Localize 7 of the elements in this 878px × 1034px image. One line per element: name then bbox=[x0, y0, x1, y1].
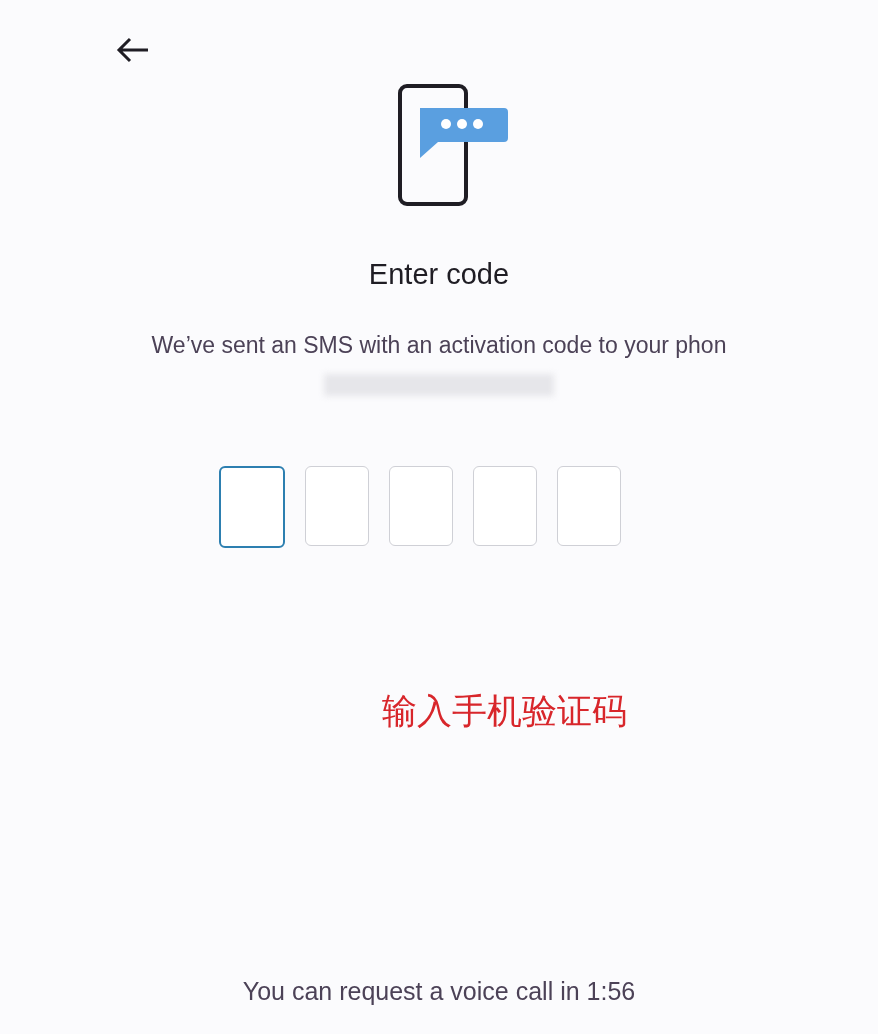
screen-title: Enter code bbox=[368, 258, 510, 291]
instruction-text: We’ve sent an SMS with an activation code to your phon bbox=[151, 332, 727, 358]
code-digit-field[interactable] bbox=[219, 466, 285, 548]
annotation-text: 输入手机验证码 bbox=[381, 690, 627, 733]
back-arrow-icon[interactable] bbox=[116, 36, 150, 64]
voice-call-timer-text: You can request a voice call in 1:56 bbox=[242, 977, 636, 1006]
phone-message-icon bbox=[398, 84, 510, 208]
